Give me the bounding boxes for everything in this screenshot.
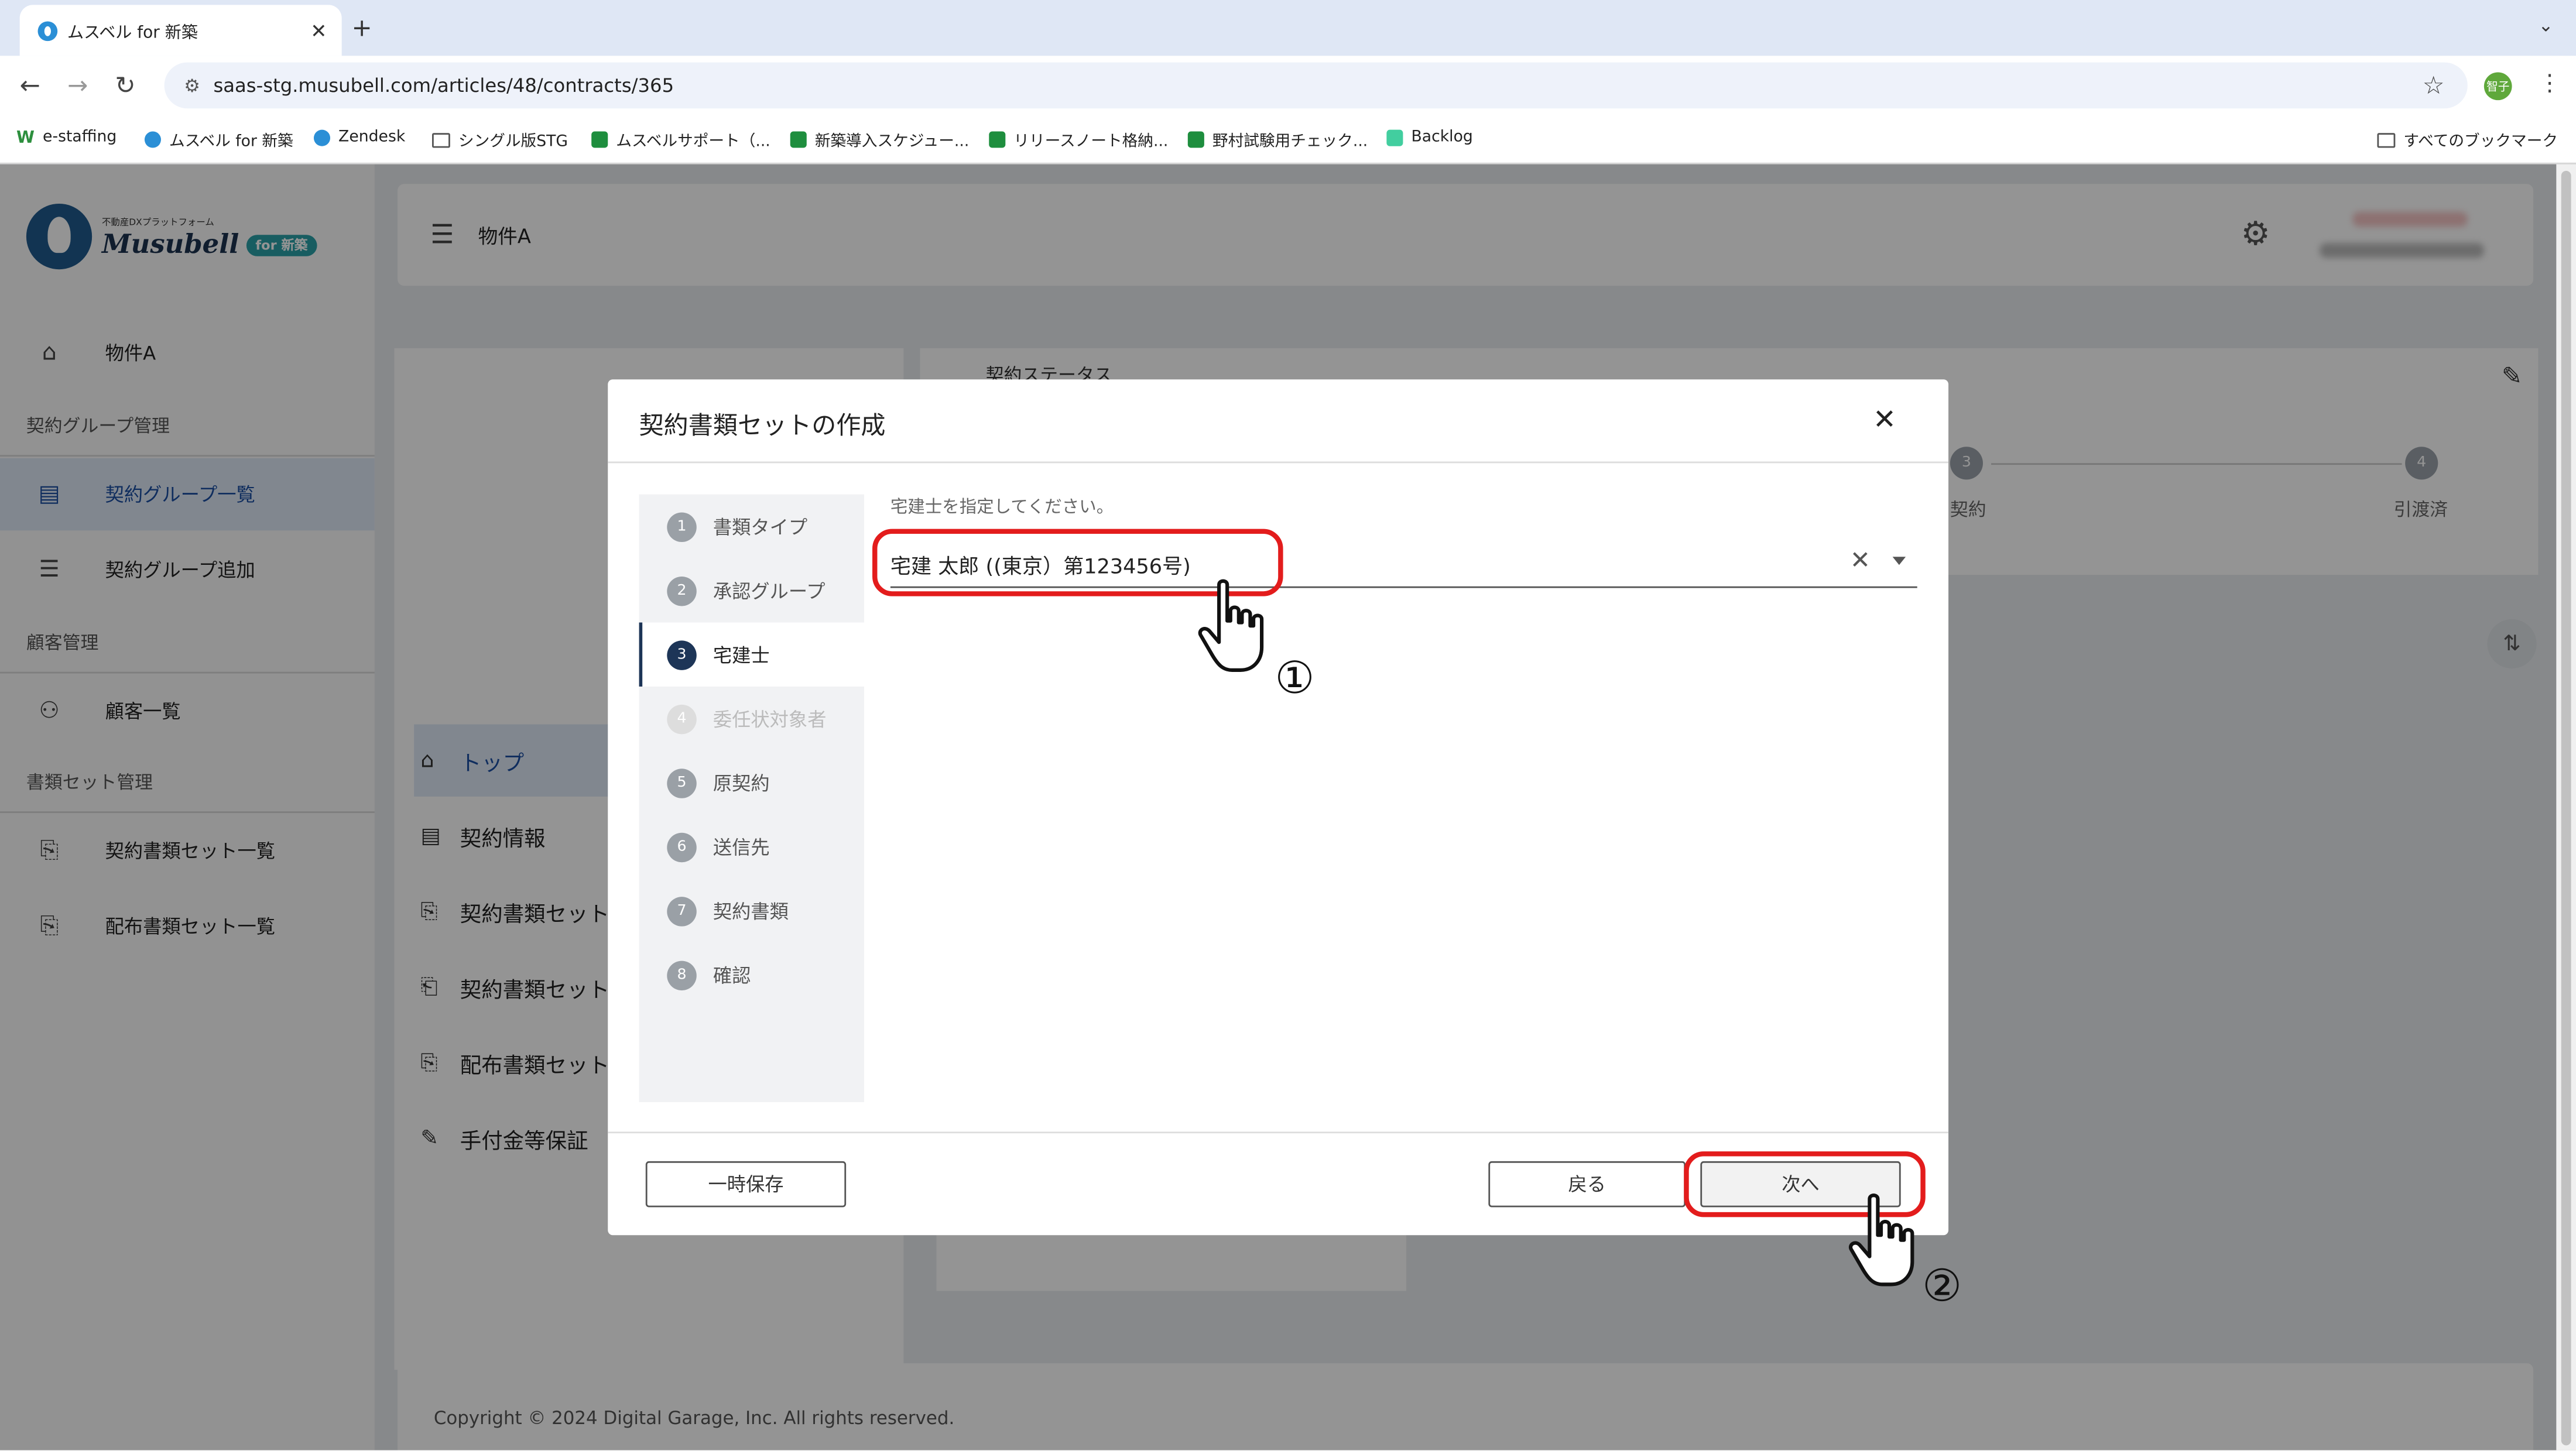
back-button[interactable]: 戻る <box>1488 1161 1686 1208</box>
browser-menu-icon[interactable]: ⋮ <box>2538 71 2561 97</box>
bookmark-item[interactable]: リリースノート格納... <box>989 128 1168 151</box>
tab-title: ムスベル for 新築 <box>67 25 198 43</box>
tab-search-icon[interactable]: ⌄ <box>2538 15 2553 36</box>
wizard-step-7[interactable]: 7 契約書類 <box>639 879 864 942</box>
wizard-steps: 1 書類タイプ 2 承認グループ 3 宅建士 4 委任状対象者 5 原契約 6 送信先 7契… <box>639 494 865 1102</box>
wizard-step-6[interactable]: 6 送信先 <box>639 815 864 879</box>
hand-cursor-icon <box>1198 579 1264 672</box>
new-tab-button[interactable]: + <box>352 13 372 43</box>
clear-icon[interactable]: ✕ <box>1850 546 1871 575</box>
screenshot-stage: ムスベル for 新築 ✕ + ⌄ ← → ↻ ⚙ saas-stg.musub… <box>0 0 2576 1450</box>
musubell-favicon-icon <box>37 20 58 40</box>
create-docset-dialog: 契約書類セットの作成 ✕ 1 書類タイプ 2 承認グループ 3 宅建士 4 委任状対象者… <box>608 379 1949 1236</box>
wizard-step-4: 4 委任状対象者 <box>639 687 864 750</box>
url-text: saas-stg.musubell.com/articles/48/contra… <box>213 74 674 97</box>
e-staffing-icon: W <box>16 129 35 147</box>
bookmark-item[interactable]: ムスベルサポート（... <box>591 128 770 151</box>
wizard-step-1[interactable]: 1 書類タイプ <box>639 495 864 558</box>
bookmark-star-icon[interactable]: ☆ <box>2423 71 2445 101</box>
address-bar[interactable]: ⚙ saas-stg.musubell.com/articles/48/cont… <box>164 62 2468 109</box>
agent-field-label: 宅建士を指定してください。 <box>890 498 1114 517</box>
forward-arrow-icon[interactable]: → <box>67 71 88 101</box>
browser-tab[interactable]: ムスベル for 新築 ✕ <box>19 5 342 56</box>
profile-avatar[interactable]: 智子 <box>2483 72 2512 101</box>
bookmark-item[interactable]: ムスベル for 新築 <box>144 128 293 151</box>
backlog-icon <box>1386 129 1403 146</box>
browser-toolbar: ← → ↻ ⚙ saas-stg.musubell.com/articles/4… <box>0 56 2576 119</box>
all-bookmarks[interactable]: すべてのブックマーク <box>2377 128 2558 151</box>
close-icon[interactable]: ✕ <box>1873 404 1896 437</box>
dialog-title: 契約書類セットの作成 <box>639 410 886 441</box>
wizard-step-2[interactable]: 2 承認グループ <box>639 558 864 622</box>
save-draft-button[interactable]: 一時保存 <box>645 1161 847 1208</box>
bookmark-item[interactable]: 新築導入スケジュー... <box>790 128 969 151</box>
bookmark-item[interactable]: We-staffing <box>16 128 117 147</box>
sheets-icon <box>790 131 807 148</box>
step-marker-2: ② <box>1922 1261 1962 1313</box>
sheets-icon <box>989 131 1006 148</box>
wizard-step-8[interactable]: 8 確認 <box>639 943 864 1007</box>
browser-tabstrip: ムスベル for 新築 ✕ + ⌄ <box>0 0 2576 56</box>
bookmark-item[interactable]: Backlog <box>1386 128 1473 146</box>
wizard-step-3[interactable]: 3 宅建士 <box>639 622 865 687</box>
sheets-icon <box>591 131 608 148</box>
hand-cursor-icon <box>1849 1193 1914 1287</box>
bookmark-item[interactable]: シングル版STG <box>432 128 568 151</box>
site-settings-icon[interactable]: ⚙ <box>184 75 200 96</box>
bookmark-item[interactable]: Zendesk <box>313 128 405 146</box>
reload-icon[interactable]: ↻ <box>115 71 135 101</box>
zendesk-icon <box>313 129 331 146</box>
wizard-step-5[interactable]: 5 原契約 <box>639 750 864 814</box>
scrollbar-thumb[interactable] <box>2561 170 2571 1446</box>
back-arrow-icon[interactable]: ← <box>20 71 40 101</box>
folder-icon <box>432 132 450 147</box>
tab-close-icon[interactable]: ✕ <box>306 19 332 42</box>
sheets-icon <box>1187 131 1204 148</box>
divider <box>608 1131 1949 1134</box>
folder-icon <box>2377 132 2396 147</box>
musubell-icon <box>144 131 161 148</box>
bookmarks-bar: We-staffing ムスベル for 新築 Zendesk シングル版STG… <box>0 118 2576 164</box>
chevron-down-icon[interactable] <box>1892 557 1906 565</box>
divider <box>608 461 1949 464</box>
step-marker-1: ① <box>1275 653 1315 705</box>
bookmark-item[interactable]: 野村試験用チェック... <box>1187 128 1368 151</box>
